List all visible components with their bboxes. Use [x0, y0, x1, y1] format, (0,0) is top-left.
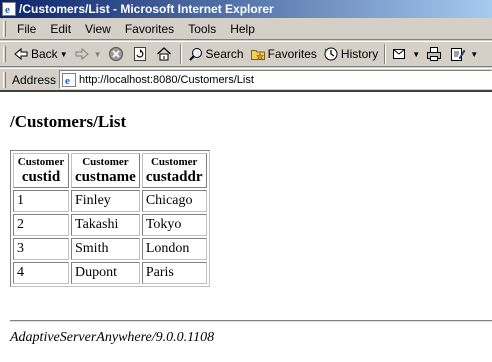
search-button[interactable]: Search: [185, 43, 247, 65]
edit-page-icon: [450, 46, 466, 62]
cell-custid: 3: [13, 238, 69, 260]
menu-help[interactable]: Help: [223, 20, 262, 38]
forward-button[interactable]: ▼: [71, 43, 105, 65]
forward-dropdown-icon[interactable]: ▼: [94, 50, 102, 59]
cell-custname: Takashi: [71, 214, 140, 236]
column-header-custname: Customer custname: [71, 153, 140, 188]
ie-page-icon: e: [62, 72, 77, 87]
horizontal-rule: [10, 320, 492, 322]
back-button[interactable]: Back ▼: [10, 43, 71, 65]
cell-custname: Dupont: [71, 262, 140, 284]
favorites-folder-icon: [250, 46, 266, 62]
menu-tools[interactable]: Tools: [181, 20, 223, 38]
standard-toolbar: Back ▼ ▼ Search Favorites History ▼ ▼: [0, 41, 492, 67]
window-title: /Customers/List - Microsoft Internet Exp…: [19, 2, 274, 16]
address-label: Address: [12, 72, 57, 87]
edit-dropdown-icon[interactable]: ▼: [470, 50, 478, 59]
mail-icon: [392, 46, 408, 62]
window-title-bar[interactable]: e /Customers/List - Microsoft Internet E…: [0, 0, 492, 18]
cell-custaddr: Paris: [141, 262, 207, 284]
address-input[interactable]: e http://localhost:8080/Customers/List: [59, 70, 492, 89]
column-table-name: Customer: [17, 156, 65, 168]
menu-file[interactable]: File: [10, 20, 43, 38]
back-dropdown-icon[interactable]: ▼: [60, 50, 68, 59]
table-header-row: Customer custid Customer custname Custom…: [13, 153, 207, 188]
customers-table: Customer custid Customer custname Custom…: [10, 150, 210, 287]
page-content: /Customers/List Customer custid Customer…: [0, 94, 492, 362]
edit-button[interactable]: ▼: [447, 43, 481, 65]
column-header-custaddr: Customer custaddr: [141, 153, 207, 188]
table-row: 3 Smith London: [13, 238, 207, 260]
mail-dropdown-icon[interactable]: ▼: [412, 50, 420, 59]
cell-custaddr: Chicago: [141, 190, 207, 212]
refresh-icon: [132, 46, 148, 62]
cell-custaddr: Tokyo: [141, 214, 207, 236]
menu-edit[interactable]: Edit: [43, 20, 78, 38]
column-name: custname: [75, 169, 136, 185]
back-button-label: Back: [31, 47, 58, 61]
toolbar-separator: [384, 44, 387, 64]
table-row: 1 Finley Chicago: [13, 190, 207, 212]
cell-custid: 4: [13, 262, 69, 284]
column-table-name: Customer: [82, 156, 129, 168]
cell-custid: 1: [13, 190, 69, 212]
home-button[interactable]: [153, 43, 177, 65]
internet-explorer-icon: e: [2, 2, 16, 16]
table-row: 4 Dupont Paris: [13, 262, 207, 284]
search-button-label: Search: [205, 47, 244, 61]
stop-button[interactable]: [105, 43, 129, 65]
svg-text:e: e: [65, 75, 70, 87]
address-url[interactable]: http://localhost:8080/Customers/List: [79, 74, 254, 86]
refresh-button[interactable]: [129, 43, 153, 65]
svg-text:e: e: [5, 4, 10, 16]
address-bar-grip[interactable]: [3, 71, 6, 88]
favorites-button-label: Favorites: [267, 47, 317, 61]
printer-icon: [426, 46, 442, 62]
search-icon: [188, 46, 204, 62]
toolbar-separator: [179, 44, 182, 64]
cell-custname: Finley: [71, 190, 140, 212]
column-table-name: Customer: [150, 156, 198, 168]
home-icon: [156, 46, 172, 62]
address-bar: Address e http://localhost:8080/Customer…: [0, 68, 492, 92]
table-row: 2 Takashi Tokyo: [13, 214, 207, 236]
cell-custname: Smith: [71, 238, 140, 260]
stop-icon: [108, 46, 124, 62]
cell-custid: 2: [13, 214, 69, 236]
column-header-custid: Customer custid: [13, 153, 69, 188]
back-arrow-icon: [13, 46, 29, 62]
history-icon: [323, 46, 339, 62]
server-footer: AdaptiveServerAnywhere/9.0.0.1108: [10, 330, 215, 345]
print-button[interactable]: [423, 43, 447, 65]
column-name: custid: [21, 169, 61, 185]
history-button-label: History: [340, 47, 379, 61]
mail-button[interactable]: ▼: [389, 43, 423, 65]
toolbar-grip[interactable]: [3, 46, 6, 62]
forward-arrow-icon: [74, 46, 90, 62]
favorites-button[interactable]: Favorites: [247, 43, 320, 65]
menu-view[interactable]: View: [78, 20, 118, 38]
menu-favorites[interactable]: Favorites: [118, 20, 181, 38]
cell-custaddr: London: [141, 238, 207, 260]
menu-bar-grip[interactable]: [3, 20, 6, 37]
page-title: /Customers/List: [10, 112, 127, 131]
column-name: custaddr: [145, 169, 203, 185]
history-button[interactable]: History: [320, 43, 381, 65]
menu-bar: File Edit View Favorites Tools Help: [0, 18, 492, 40]
